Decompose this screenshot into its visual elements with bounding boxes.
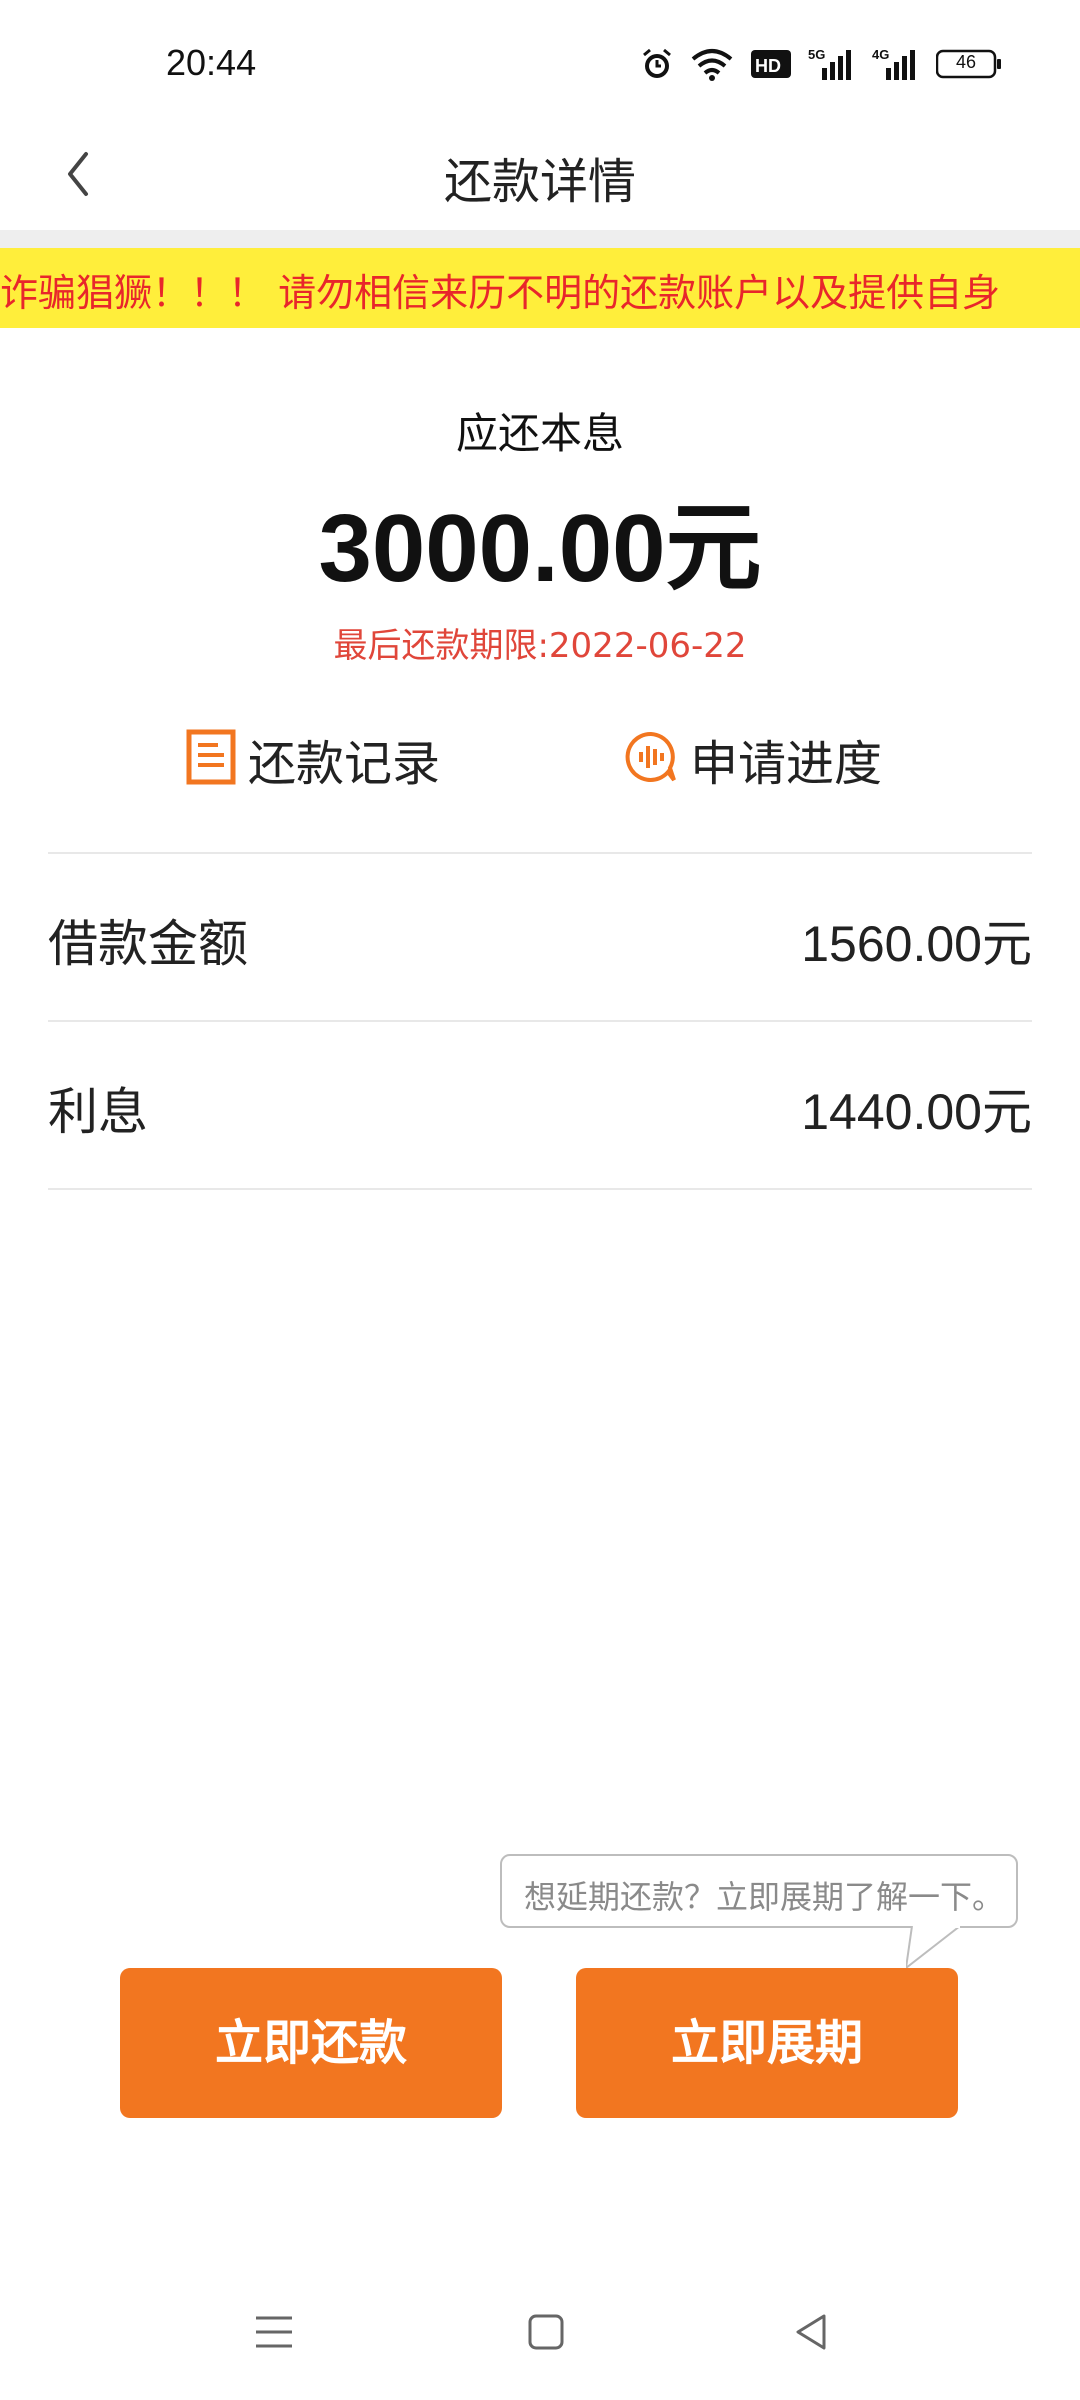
page-title: 还款详情 [443,154,636,210]
repay-now-button[interactable]: 立即还款 [120,1968,502,2118]
wifi-icon [690,47,734,81]
document-icon [186,729,236,789]
repayment-deadline: 最后还款期限:2022-06-22 [333,626,747,666]
menu-icon[interactable] [252,2310,296,2358]
section-separator [0,230,1080,248]
battery-level: 46 [955,52,977,72]
chevron-left-icon [68,152,88,196]
detail-row-interest: 利息 1440.00元 [48,1022,1032,1188]
extension-tooltip: 想延期还款？立即展期了解一下。 [500,1854,1018,1928]
nav-bar: 还款详情 [0,120,1080,230]
divider [48,1188,1032,1190]
amount-value: 3000.00元 [318,495,762,602]
extension-tooltip-text: 想延期还款？立即展期了解一下。 [524,1878,1005,1916]
tooltip-pointer [906,1926,961,1970]
repayment-record-link[interactable]: 还款记录 [186,724,440,794]
amount-label: 应还本息 [455,409,624,458]
repayment-record-label: 还款记录 [248,736,441,792]
status-time: 20:44 [166,42,257,83]
detail-row-loan-amount: 借款金额 1560.00元 [48,854,1032,1020]
extend-now-button[interactable]: 立即展期 [576,1968,958,2118]
svg-text:5G: 5G [808,47,825,62]
interest-value: 1440.00元 [801,1084,1032,1140]
quick-links: 还款记录 申请进度 [0,724,1080,814]
application-progress-link[interactable]: 申请进度 [624,724,882,794]
back-button[interactable] [56,146,112,202]
svg-text:HD: HD [755,56,781,76]
application-progress-label: 申请进度 [690,736,883,792]
loan-amount-label: 借款金额 [48,915,248,973]
signal-5g-icon: 5G [808,46,856,82]
voice-bubble-icon [624,730,678,788]
home-icon[interactable] [524,2310,568,2358]
interest-label: 利息 [48,1083,148,1141]
battery-icon: 46 [936,49,1002,79]
status-bar: 20:44 HD 5G 4G 46 [0,0,1080,130]
loan-amount-value: 1560.00元 [801,916,1032,972]
svg-text:4G: 4G [872,47,889,62]
back-triangle-icon[interactable] [790,2310,834,2358]
alarm-icon [640,47,674,81]
system-navigation-bar [0,2290,1080,2380]
status-icons: HD 5G 4G 46 [640,46,1002,82]
warning-banner-text: 诈骗猖獗！！！ 请勿相信来历不明的还款账户以及提供自身 [0,271,1001,315]
hd-icon: HD [750,48,792,80]
signal-4g-icon: 4G [872,46,920,82]
warning-banner: 诈骗猖獗！！！ 请勿相信来历不明的还款账户以及提供自身 [0,248,1080,328]
